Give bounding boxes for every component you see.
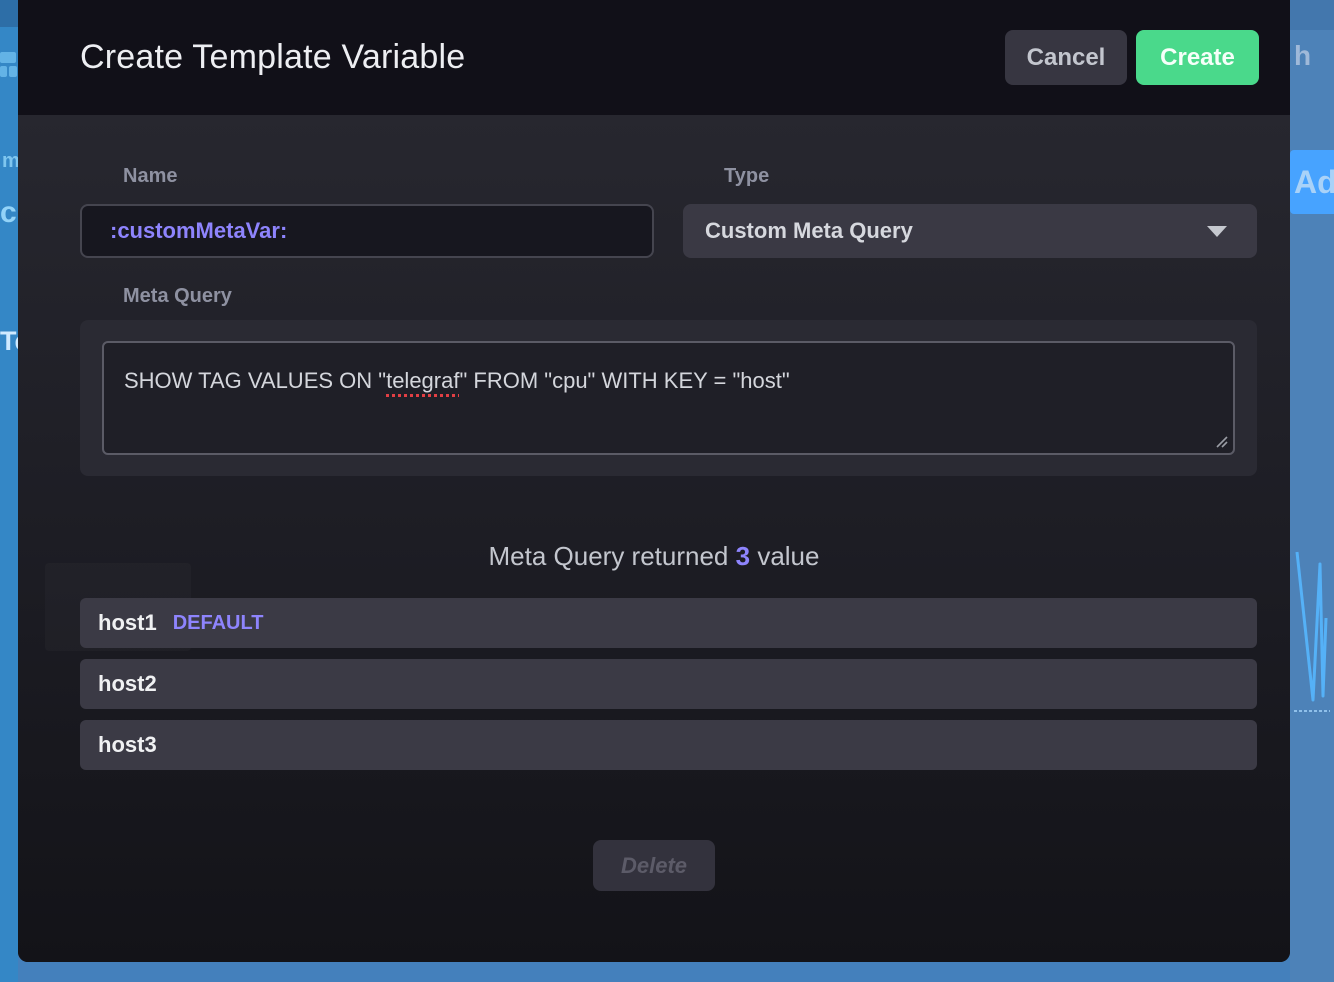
chevron-down-icon	[1207, 226, 1227, 237]
value-name: host3	[98, 732, 157, 758]
variable-type-dropdown[interactable]: Custom Meta Query	[683, 204, 1257, 258]
value-name: host2	[98, 671, 157, 697]
page-title: Create Template Variable	[80, 38, 465, 77]
results-heading-suffix: value	[750, 541, 819, 571]
results-count: 3	[736, 541, 750, 571]
variable-name-input[interactable]	[80, 204, 654, 258]
value-row-host3[interactable]: host3	[80, 720, 1257, 770]
background-page-right-sliver: h Ad	[1290, 0, 1334, 982]
default-badge: DEFAULT	[173, 612, 264, 635]
modal-body: Name Type Custom Meta Query Meta Query S…	[18, 115, 1290, 962]
background-text-fragment: h	[1294, 40, 1311, 72]
background-header-strip	[1290, 0, 1334, 30]
value-row-host2[interactable]: host2	[80, 659, 1257, 709]
modal-header: Create Template Variable Cancel Create	[18, 0, 1290, 115]
query-text: " FROM "cpu" WITH KEY = "host"	[459, 368, 789, 393]
textarea-resize-handle[interactable]	[1214, 434, 1228, 448]
name-field-label: Name	[123, 165, 177, 188]
value-row-host1[interactable]: host1 DEFAULT	[80, 598, 1257, 648]
query-text-misspelled: telegraf	[386, 368, 459, 393]
meta-query-values-list: host1 DEFAULT host2 host3	[80, 598, 1257, 781]
meta-query-label: Meta Query	[123, 285, 232, 308]
meta-query-results-heading: Meta Query returned 3 value	[18, 541, 1290, 572]
background-header-strip	[0, 0, 18, 27]
delete-button[interactable]: Delete	[593, 840, 715, 891]
background-sparkline-graph	[1290, 548, 1334, 718]
type-field-label: Type	[724, 165, 769, 188]
meta-query-textarea[interactable]: SHOW TAG VALUES ON "telegraf" FROM "cpu"…	[102, 341, 1235, 455]
variable-type-selected-value: Custom Meta Query	[705, 218, 913, 244]
create-button[interactable]: Create	[1136, 30, 1259, 85]
create-template-variable-modal: Create Template Variable Cancel Create N…	[18, 0, 1290, 962]
query-text: SHOW TAG VALUES ON "	[124, 368, 386, 393]
results-heading-prefix: Meta Query returned	[489, 541, 736, 571]
background-page-left-sliver: m cp Te	[0, 0, 18, 982]
cancel-button[interactable]: Cancel	[1005, 30, 1127, 85]
meta-query-panel: SHOW TAG VALUES ON "telegraf" FROM "cpu"…	[80, 320, 1257, 476]
background-add-button-fragment[interactable]: Ad	[1290, 150, 1334, 214]
cells-icon	[0, 50, 18, 82]
value-name: host1	[98, 610, 157, 636]
